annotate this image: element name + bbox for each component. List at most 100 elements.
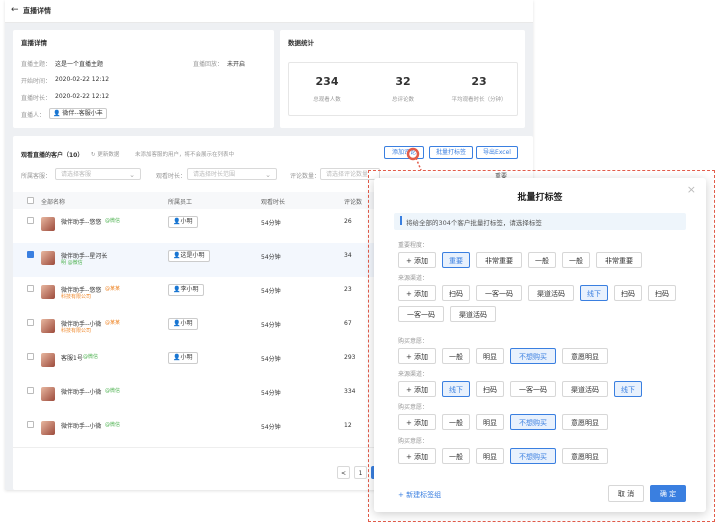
field-value-duration: 2020-02-22 12:12 xyxy=(55,93,110,100)
pager-prev-button[interactable]: < xyxy=(337,466,350,479)
avatar xyxy=(41,387,55,401)
watch-duration: 54分钟 xyxy=(261,356,281,363)
stat-viewers-value: 234 xyxy=(315,75,339,88)
customer-tag: @某某 xyxy=(105,286,121,292)
tag-option[interactable]: 一客一码 xyxy=(398,306,444,322)
comment-count: 293 xyxy=(344,354,356,361)
avatar xyxy=(41,421,55,435)
select-all-checkbox[interactable] xyxy=(27,197,34,204)
filter-duration-select[interactable]: 请选择时长范围 ⌄ xyxy=(187,168,277,180)
col-duration: 观看时长 xyxy=(261,199,286,206)
row-checkbox[interactable] xyxy=(27,353,34,360)
stat-comments-label: 总评论数 xyxy=(391,97,414,103)
row-checkbox[interactable] xyxy=(27,217,34,224)
new-tag-group-link[interactable]: + 新建标签组 xyxy=(398,490,441,500)
back-arrow-icon[interactable]: ← xyxy=(11,5,19,15)
tag-option[interactable]: 不想购买 xyxy=(510,448,556,464)
staff-name: 李小明 xyxy=(180,286,199,293)
tag-option[interactable]: 一客一码 xyxy=(476,285,522,301)
tag-option[interactable]: 重要 xyxy=(442,252,470,268)
pointer-indicator xyxy=(406,147,422,171)
add-tag-button[interactable]: + 添加 xyxy=(398,285,436,301)
tag-option[interactable]: 渠道活码 xyxy=(528,285,574,301)
add-tag-button[interactable]: + 添加 xyxy=(398,381,436,397)
comment-count: 334 xyxy=(344,388,356,395)
tag-group-title: 购买意愿： xyxy=(398,438,429,445)
modal-info-bar: 将给全部的304个客户批量打标签，请选择标签 xyxy=(394,213,686,230)
tag-option[interactable]: 一般 xyxy=(528,252,556,268)
row-checkbox[interactable] xyxy=(27,251,34,258)
watch-duration: 54分钟 xyxy=(261,288,281,295)
customer-tag: @某某 xyxy=(105,320,121,326)
tag-option[interactable]: 非常重要 xyxy=(476,252,522,268)
col-comments: 评论数 xyxy=(344,199,363,206)
customer-subtext: 科技有限公司 xyxy=(61,328,92,334)
add-tag-button[interactable]: + 添加 xyxy=(398,252,436,268)
refresh-label: 更新数据 xyxy=(97,152,120,158)
refresh-icon: ↻ xyxy=(91,152,96,158)
tag-option[interactable]: 意愿明显 xyxy=(562,448,608,464)
tag-option[interactable]: 意愿明显 xyxy=(562,348,608,364)
watch-duration: 54分钟 xyxy=(261,424,281,431)
avatar xyxy=(41,353,55,367)
pager-page-1[interactable]: 1 xyxy=(354,466,367,479)
tag-option[interactable]: 非常重要 xyxy=(596,252,642,268)
field-label-start: 开始时间： xyxy=(21,78,52,85)
tag-option[interactable]: 渠道活码 xyxy=(450,306,496,322)
cancel-button[interactable]: 取 消 xyxy=(608,485,644,502)
tag-group-title: 来源渠道： xyxy=(398,275,429,282)
live-detail-title: 直播详情 xyxy=(21,39,47,47)
customer-name: 微伴助手--悠悠 xyxy=(61,219,102,226)
tag-option[interactable]: 渠道活码 xyxy=(562,381,608,397)
watch-duration: 54分钟 xyxy=(261,322,281,329)
export-excel-button[interactable]: 导出Excel xyxy=(476,146,518,159)
field-value-start: 2020-02-22 12:12 xyxy=(55,76,110,83)
row-checkbox[interactable] xyxy=(27,387,34,394)
bulk-tag-button[interactable]: 批量打标签 xyxy=(429,146,473,159)
tag-option[interactable]: 一般 xyxy=(442,348,470,364)
staff-tag: 👤李小明 xyxy=(168,284,204,296)
staff-name: 这是小明 xyxy=(180,252,205,259)
tag-option[interactable]: 线下 xyxy=(442,381,470,397)
tag-option[interactable]: 扫码 xyxy=(614,285,642,301)
row-checkbox[interactable] xyxy=(27,319,34,326)
filter-staff-select[interactable]: 请选择客服 ⌄ xyxy=(55,168,141,180)
customer-subtext: 科技有限公司 xyxy=(61,294,92,300)
tag-option[interactable]: 明显 xyxy=(476,414,504,430)
staff-tag: 👤小明 xyxy=(168,352,198,364)
add-tag-button[interactable]: + 添加 xyxy=(398,348,436,364)
watch-duration: 54分钟 xyxy=(261,390,281,397)
host-tag: 👤 微伴--客服小丰 xyxy=(49,108,107,119)
confirm-button[interactable]: 确 定 xyxy=(650,485,686,502)
add-tag-button[interactable]: + 添加 xyxy=(398,414,436,430)
tag-option[interactable]: 不想购买 xyxy=(510,414,556,430)
tag-group-title: 购买意愿： xyxy=(398,404,429,411)
row-checkbox[interactable] xyxy=(27,421,34,428)
add-tag-button[interactable]: + 添加 xyxy=(398,448,436,464)
stat-viewers-label: 总观看人数 xyxy=(313,97,341,103)
comment-count: 67 xyxy=(344,320,352,327)
tag-option[interactable]: 扫码 xyxy=(648,285,676,301)
tag-option[interactable]: 不想购买 xyxy=(510,348,556,364)
user-icon: 👤 xyxy=(53,110,61,117)
tag-option[interactable]: 线下 xyxy=(614,381,642,397)
row-checkbox[interactable] xyxy=(27,285,34,292)
tag-option[interactable]: 明显 xyxy=(476,448,504,464)
col-staff: 所属员工 xyxy=(168,199,193,206)
tag-option[interactable]: 意愿明显 xyxy=(562,414,608,430)
tag-option[interactable]: 一客一码 xyxy=(510,381,556,397)
comment-count: 34 xyxy=(344,252,352,259)
avatar xyxy=(41,285,55,299)
tag-option[interactable]: 扫码 xyxy=(442,285,470,301)
tag-option[interactable]: 扫码 xyxy=(476,381,504,397)
tag-option[interactable]: 线下 xyxy=(580,285,608,301)
comment-count: 23 xyxy=(344,286,352,293)
modal-title: 批量打标签 xyxy=(517,193,563,203)
tag-option[interactable]: 一般 xyxy=(562,252,590,268)
customers-title: 观看直播的客户（10） xyxy=(21,152,84,159)
refresh-link[interactable]: ↻ 更新数据 xyxy=(91,150,119,158)
close-icon[interactable]: × xyxy=(687,183,696,196)
tag-option[interactable]: 一般 xyxy=(442,414,470,430)
tag-option[interactable]: 明显 xyxy=(476,348,504,364)
tag-option[interactable]: 一般 xyxy=(442,448,470,464)
